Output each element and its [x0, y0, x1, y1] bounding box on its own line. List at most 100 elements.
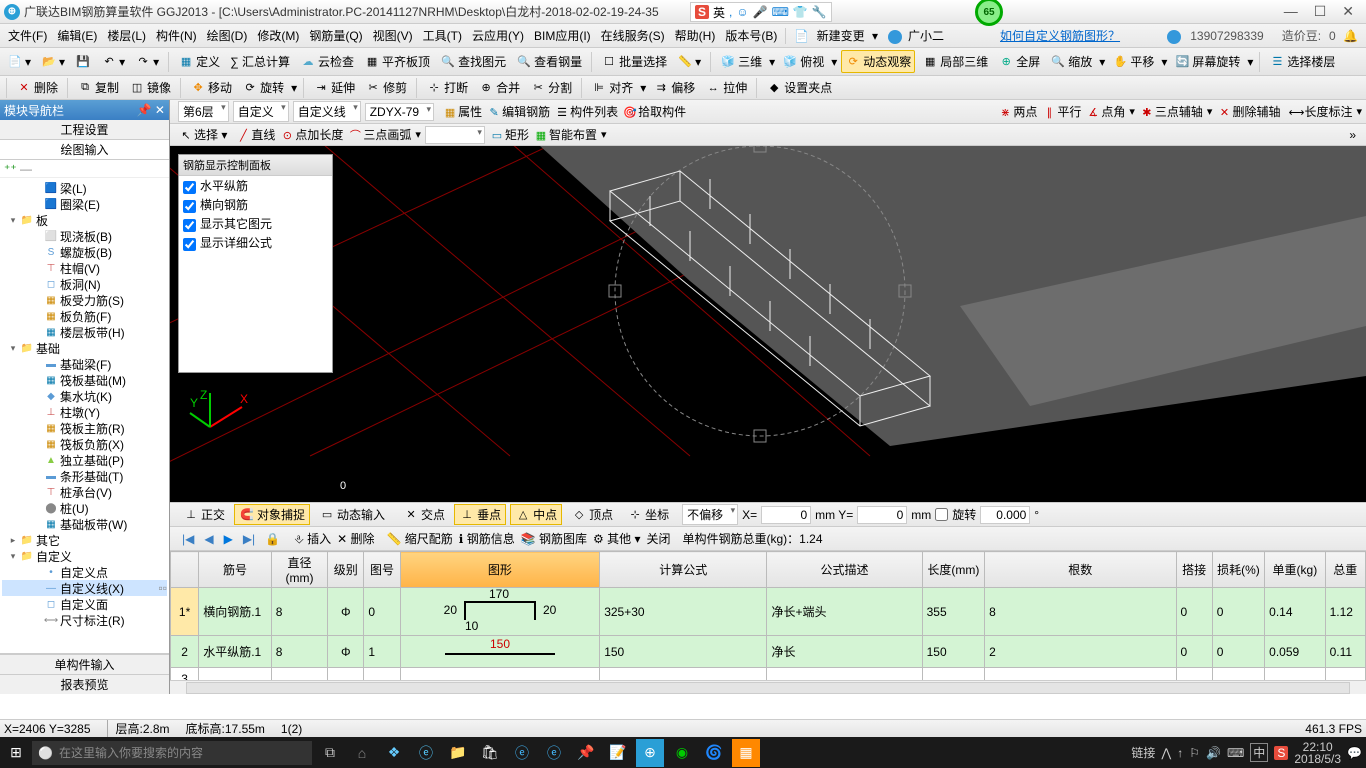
extend-button[interactable]: ⇥延伸 [310, 77, 358, 98]
ime-icon[interactable]: , [729, 5, 732, 19]
batchsel-button[interactable]: ☐批量选择 [598, 51, 670, 72]
nav-tab-draw[interactable]: 绘图输入 [0, 140, 169, 160]
tray-notif[interactable]: 💬 [1347, 746, 1362, 760]
rect-tool[interactable]: ▭矩形 [489, 126, 529, 144]
chk-other[interactable]: 显示其它图元 [179, 214, 332, 233]
minimize-button[interactable]: — [1284, 3, 1298, 20]
tree-node[interactable]: ⬤桩(U) [2, 500, 167, 516]
lock-button[interactable]: 🔒 [263, 532, 282, 546]
arc-dropdown[interactable] [425, 126, 485, 144]
hscroll[interactable] [186, 682, 1350, 694]
viewport[interactable]: 钢筋显示控制面板 水平纵筋 横向钢筋 显示其它图元 显示详细公式 X Z Y 0 [170, 146, 1366, 502]
tree-node[interactable]: ⊤柱帽(V) [2, 260, 167, 276]
menu-floor[interactable]: 楼层(L) [103, 25, 150, 46]
mid-snap[interactable]: △中点 [510, 504, 562, 525]
menu-view[interactable]: 视图(V) [369, 25, 417, 46]
col-header[interactable]: 级别 [328, 552, 364, 588]
mirror-button[interactable]: ◫镜像 [126, 77, 174, 98]
first-button[interactable]: |◀ [180, 532, 196, 546]
tree-node[interactable]: ⬜现浇板(B) [2, 228, 167, 244]
open-button[interactable]: 📂▾ [38, 52, 68, 72]
edge2-icon[interactable]: ⓔ [508, 739, 536, 767]
tray-ime[interactable]: 中 [1250, 743, 1268, 762]
pin-icon[interactable]: 📌 [572, 739, 600, 767]
next-button[interactable]: ▶ [222, 532, 235, 546]
trim-button[interactable]: ✂修剪 [362, 77, 410, 98]
ie-icon[interactable]: ⓔ [540, 739, 568, 767]
frontview-button[interactable]: 🧊俯视 [779, 51, 827, 72]
tree-node[interactable]: S螺旋板(B) [2, 244, 167, 260]
local3d-button[interactable]: ▦局部三维 [919, 51, 991, 72]
tree-node[interactable]: ▸📁其它 [2, 532, 167, 548]
offset-button[interactable]: ⇉偏移 [650, 77, 698, 98]
col-header[interactable]: 单重(kg) [1265, 552, 1325, 588]
app-ggj-icon[interactable]: ⊕ [636, 739, 664, 767]
table-row[interactable]: 1*横向钢筋.18Φ0170202010325+30净长+端头3558000.1… [171, 588, 1366, 636]
nav-tab-single[interactable]: 单构件输入 [0, 654, 169, 674]
selfloor-button[interactable]: ☰选择楼层 [1266, 51, 1338, 72]
ime-lang[interactable]: 英 [713, 4, 725, 21]
ptlen-tool[interactable]: ⊙点加长度 [279, 126, 343, 144]
arc3-tool[interactable]: ⌒三点画弧 [347, 126, 411, 143]
new-change-button[interactable]: 📄 新建变更 ▾ [790, 25, 882, 46]
measure-button[interactable]: 📏▾ [674, 52, 704, 72]
save-button[interactable]: 💾 [72, 52, 94, 72]
3d-button[interactable]: 🧊三维 [717, 51, 765, 72]
cloudcheck-button[interactable]: ☁云检查 [297, 51, 357, 72]
rotate-check[interactable] [935, 508, 948, 521]
ptang-button[interactable]: ∡点角 [1085, 103, 1125, 121]
col-header[interactable] [171, 552, 199, 588]
folder-icon[interactable]: 📁 [444, 739, 472, 767]
menu-tool[interactable]: 工具(T) [419, 25, 466, 46]
attr-button[interactable]: ▦属性 [442, 103, 482, 121]
taskview-icon[interactable]: ⧉ [316, 739, 344, 767]
tree-node[interactable]: ▦筏板主筋(R) [2, 420, 167, 436]
col-header[interactable]: 筋号 [199, 552, 272, 588]
col-header[interactable]: 图形 [400, 552, 600, 588]
chk-tbar[interactable]: 横向钢筋 [179, 195, 332, 214]
menu-bim[interactable]: BIM应用(I) [530, 25, 595, 46]
select-tool[interactable]: ↖选择 ▾ [178, 126, 227, 144]
menu-cloud[interactable]: 云应用(Y) [468, 25, 528, 46]
tree-node[interactable]: ▲独立基础(P) [2, 452, 167, 468]
edge-icon[interactable]: ⓔ [412, 739, 440, 767]
row-insert[interactable]: ⎀ 插入 [294, 530, 331, 547]
tree-node[interactable]: ▦筏板基础(M) [2, 372, 167, 388]
menu-help[interactable]: 帮助(H) [671, 25, 720, 46]
tray-clock[interactable]: 22:102018/5/3 [1294, 741, 1341, 765]
prev-button[interactable]: ◀ [202, 532, 215, 546]
tray-up[interactable]: ⋀ [1161, 746, 1171, 760]
tray-vol[interactable]: 🔊 [1206, 746, 1221, 760]
ime-kb-icon[interactable]: ⌨ [772, 5, 789, 19]
close-button[interactable]: ✕ [1342, 3, 1354, 20]
undo-button[interactable]: ↶▾ [98, 52, 128, 72]
row-delete[interactable]: ✕ 删除 [337, 530, 374, 547]
tray-net[interactable]: ↑ [1177, 746, 1183, 760]
collapse-icon[interactable]: » [1349, 128, 1362, 142]
maximize-button[interactable]: ☐ [1314, 3, 1327, 20]
menu-modify[interactable]: 修改(M) [253, 25, 303, 46]
zoom-button[interactable]: 🔍缩放 [1047, 51, 1095, 72]
line-tool[interactable]: ╱直线 [235, 126, 275, 144]
store-icon[interactable]: 🛍 [476, 739, 504, 767]
barinfo-button[interactable]: ℹ 钢筋信息 [459, 530, 515, 547]
app-orange-icon[interactable]: ▦ [732, 739, 760, 767]
floor-dropdown[interactable]: 第6层 [178, 101, 229, 122]
sumcalc-button[interactable]: ∑ 汇总计算 [227, 51, 293, 72]
stretch-button[interactable]: ↔拉伸 [702, 77, 750, 98]
menu-online[interactable]: 在线服务(S) [597, 25, 669, 46]
grip-button[interactable]: ◆设置夹点 [763, 77, 835, 98]
app-icon-2[interactable]: ❖ [380, 739, 408, 767]
col-header[interactable]: 计算公式 [600, 552, 767, 588]
ime-skin-icon[interactable]: 👕 [793, 5, 808, 19]
threeaux-button[interactable]: ✱三点辅轴 [1139, 103, 1203, 121]
perp-snap[interactable]: ⊥垂点 [454, 504, 506, 525]
col-header[interactable]: 图号 [364, 552, 400, 588]
pin-icon[interactable]: 📌 ✕ [137, 103, 165, 117]
tree-node[interactable]: ▦板受力筋(S) [2, 292, 167, 308]
type-dropdown[interactable]: 自定义线 [293, 101, 361, 122]
table-row[interactable]: 3 [171, 668, 1366, 681]
flatroof-button[interactable]: ▦平齐板顶 [361, 51, 433, 72]
ime-panel[interactable]: S 英 , ☺ 🎤 ⌨ 👕 🔧 [690, 2, 832, 22]
scrrot-button[interactable]: 🔄屏幕旋转 [1171, 51, 1243, 72]
